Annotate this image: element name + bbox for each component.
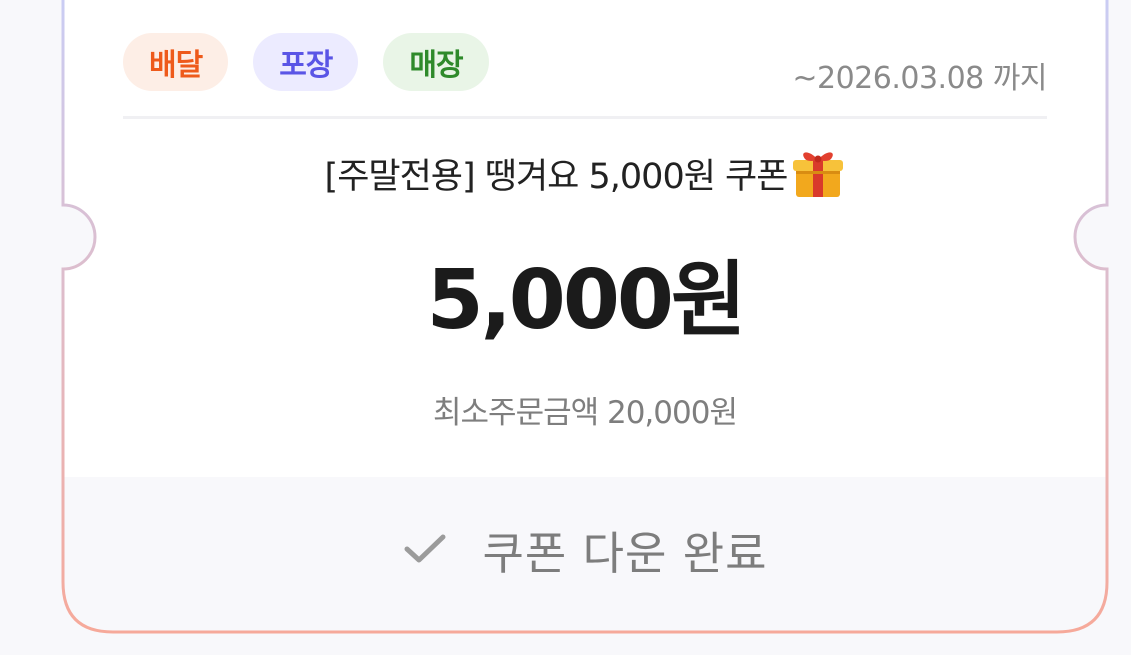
tag-dine-in: 매장 xyxy=(383,33,489,91)
coupon-amount: 5,000원 xyxy=(426,253,747,348)
download-complete-label: 쿠폰 다운 완료 xyxy=(482,526,768,580)
expiry-date: ~2026.03.08 까지 xyxy=(792,61,1047,96)
coupon-download-status: 쿠폰 다운 완료 xyxy=(63,474,1107,624)
tag-delivery: 배달 xyxy=(123,33,229,91)
minimum-order-amount: 최소주문금액 20,000원 xyxy=(433,395,738,431)
divider xyxy=(123,116,1047,119)
coupon-title: [주말전용] 땡겨요 5,000원 쿠폰 xyxy=(63,147,1107,199)
coupon-title-text: [주말전용] 땡겨요 5,000원 쿠폰 xyxy=(324,156,789,197)
tag-pickup: 포장 xyxy=(253,33,359,91)
check-icon xyxy=(402,529,448,569)
service-tags: 배달 포장 매장 xyxy=(123,33,489,91)
coupon-card: 배달 포장 매장 ~2026.03.08 까지 [주말전용] 땡겨요 5,000… xyxy=(63,0,1107,580)
gift-icon xyxy=(791,147,845,199)
